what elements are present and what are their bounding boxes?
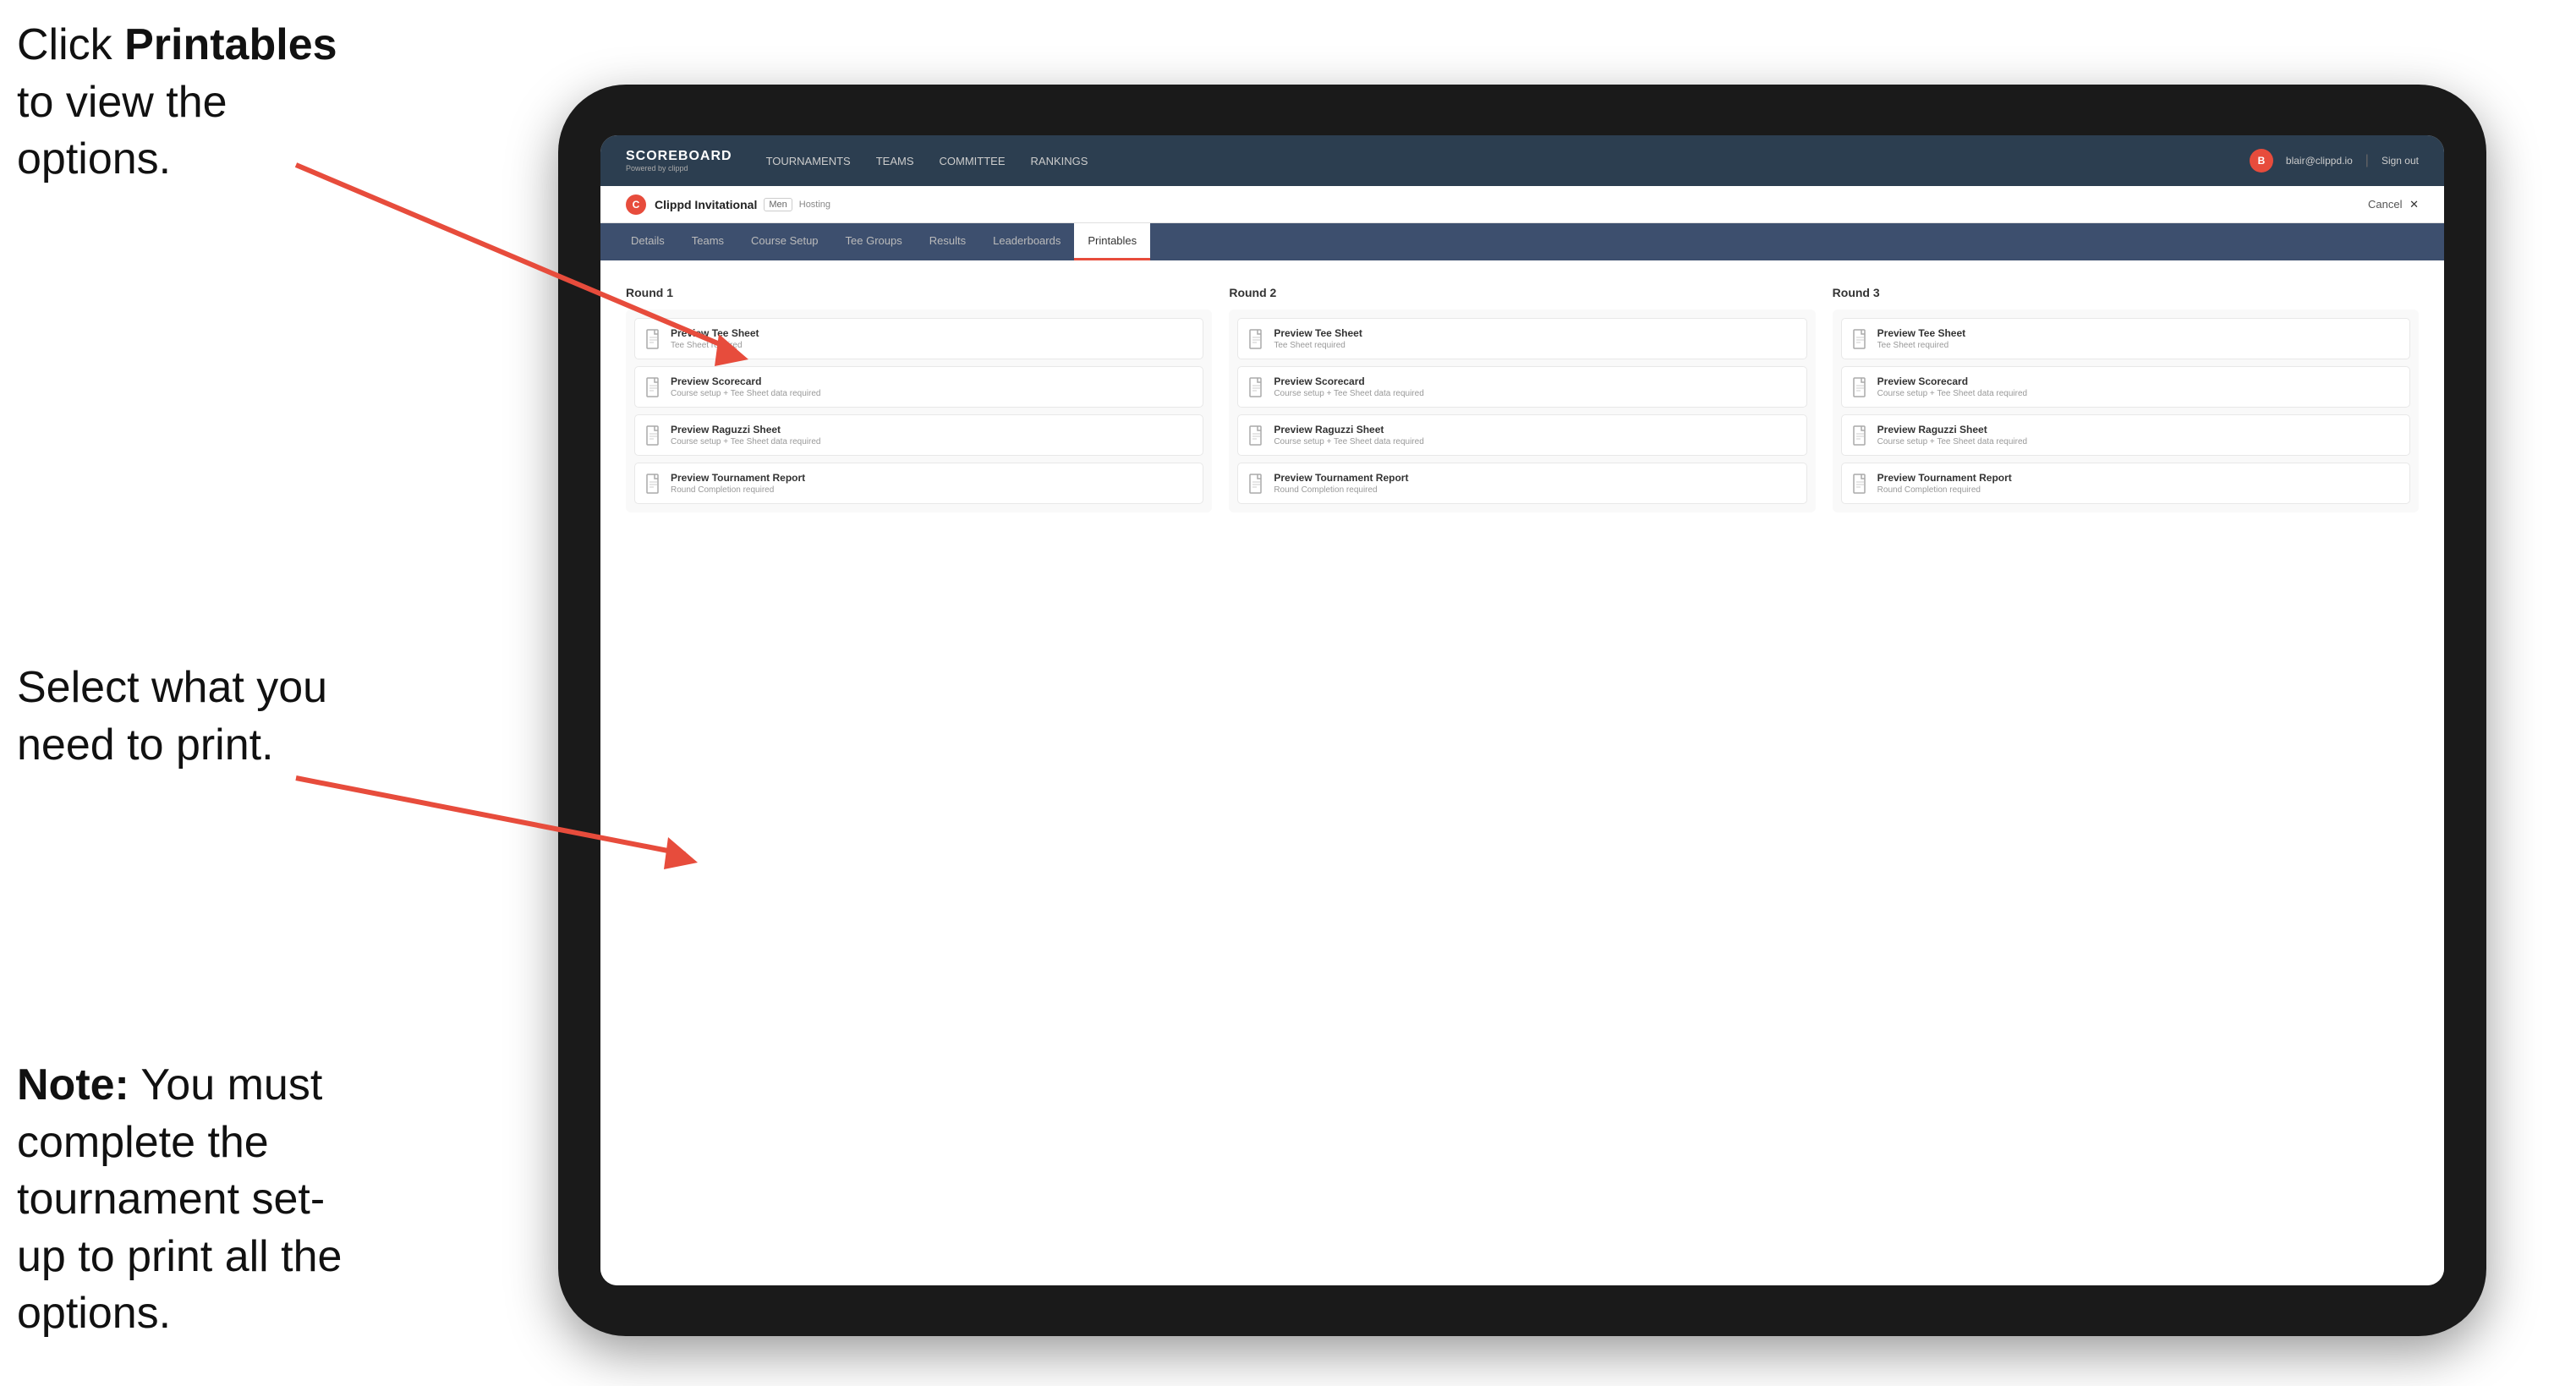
tab-tee-groups[interactable]: Tee Groups (832, 223, 916, 260)
file-icon-r3c4 (1852, 474, 1869, 494)
cancel-button[interactable]: Cancel ✕ (2368, 198, 2419, 211)
round-2-card-2[interactable]: Preview Scorecard Course setup + Tee Shee… (1237, 366, 1806, 408)
card-subtitle-r2c1: Tee Sheet required (1274, 341, 1362, 350)
card-subtitle-r1c4: Round Completion required (671, 485, 805, 495)
instruction-mid: Select what you need to print. (17, 660, 338, 774)
card-text-r1c2: Preview Scorecard Course setup + Tee Shee… (671, 375, 820, 398)
round-section-3: Round 3 Preview Tee Sheet Tee Sheet requi… (1833, 286, 2419, 512)
card-subtitle-r3c4: Round Completion required (1877, 485, 2012, 495)
card-title-r3c1: Preview Tee Sheet (1877, 327, 1966, 339)
card-subtitle-r1c3: Course setup + Tee Sheet data required (671, 437, 820, 446)
card-title-r2c4: Preview Tournament Report (1274, 472, 1408, 484)
card-text-r1c4: Preview Tournament ReportRound Completio… (671, 472, 805, 495)
nav-links: TOURNAMENTS TEAMS COMMITTEE RANKINGS (766, 151, 2250, 172)
cancel-x-icon: ✕ (2409, 198, 2419, 211)
file-icon-r3c3 (1852, 425, 1869, 446)
user-avatar: B (2250, 149, 2273, 173)
nav-teams[interactable]: TEAMS (876, 151, 914, 172)
file-icon-r1c4 (645, 474, 662, 494)
card-text-r2c4: Preview Tournament ReportRound Completio… (1274, 472, 1408, 495)
card-title-r2c1: Preview Tee Sheet (1274, 327, 1362, 339)
card-title-r1c4: Preview Tournament Report (671, 472, 805, 484)
arrow-mid-annotation (279, 770, 702, 888)
tournament-bar: C Clippd Invitational Men Hosting Cancel… (600, 186, 2444, 223)
card-subtitle-r3c3: Course setup + Tee Sheet data required (1877, 437, 2027, 446)
file-icon-r2c2 (1248, 377, 1265, 397)
nav-right: B blair@clippd.io | Sign out (2250, 149, 2419, 173)
cancel-label: Cancel (2368, 198, 2402, 211)
tablet-frame: SCOREBOARD Powered by clippd TOURNAMENTS… (558, 85, 2486, 1336)
card-text-r3c1: Preview Tee Sheet Tee Sheet required (1877, 327, 1966, 350)
card-text-r1c3: Preview Raguzzi SheetCourse setup + Tee … (671, 424, 820, 446)
card-text-r3c3: Preview Raguzzi SheetCourse setup + Tee … (1877, 424, 2027, 446)
card-text-r2c3: Preview Raguzzi SheetCourse setup + Tee … (1274, 424, 1423, 446)
round-3-cards: Preview Tee Sheet Tee Sheet required Prev… (1833, 310, 2419, 512)
file-icon-r2c3 (1248, 425, 1265, 446)
separator: | (2365, 153, 2369, 168)
note-bold: Note: (17, 1060, 129, 1109)
printables-bold: Printables (124, 20, 337, 69)
card-text-r3c2: Preview Scorecard Course setup + Tee Shee… (1877, 375, 2027, 398)
card-text-r2c1: Preview Tee Sheet Tee Sheet required (1274, 327, 1362, 350)
round-1-card-4[interactable]: Preview Tournament ReportRound Completio… (634, 463, 1203, 504)
card-title-r3c4: Preview Tournament Report (1877, 472, 2012, 484)
instruction-bottom: Note: You must complete the tournament s… (17, 1057, 372, 1343)
card-title-r2c2: Preview Scorecard (1274, 375, 1423, 387)
file-icon-r2c4 (1248, 474, 1265, 494)
hosting-badge: Hosting (799, 200, 830, 210)
card-subtitle-r2c2: Course setup + Tee Sheet data required (1274, 389, 1423, 398)
round-3-card-3[interactable]: Preview Raguzzi SheetCourse setup + Tee … (1841, 414, 2410, 456)
card-text-r2c2: Preview Scorecard Course setup + Tee Shee… (1274, 375, 1423, 398)
round-2-card-3[interactable]: Preview Raguzzi SheetCourse setup + Tee … (1237, 414, 1806, 456)
round-2-card-4[interactable]: Preview Tournament ReportRound Completio… (1237, 463, 1806, 504)
top-nav: SCOREBOARD Powered by clippd TOURNAMENTS… (600, 135, 2444, 186)
card-title-r3c3: Preview Raguzzi Sheet (1877, 424, 2027, 436)
file-icon-r1c3 (645, 425, 662, 446)
card-subtitle-r3c2: Course setup + Tee Sheet data required (1877, 389, 2027, 398)
card-title-r2c3: Preview Raguzzi Sheet (1274, 424, 1423, 436)
card-text-r3c4: Preview Tournament ReportRound Completio… (1877, 472, 2012, 495)
main-content: Round 1 Preview Tee SheetTee Sheet requi… (600, 260, 2444, 1285)
round-3-card-4[interactable]: Preview Tournament ReportRound Completio… (1841, 463, 2410, 504)
file-icon-r3c2 (1852, 377, 1869, 397)
round-1-card-3[interactable]: Preview Raguzzi SheetCourse setup + Tee … (634, 414, 1203, 456)
card-subtitle-r3c1: Tee Sheet required (1877, 341, 1966, 350)
tournament-badge: Men (764, 198, 792, 211)
tab-leaderboards[interactable]: Leaderboards (979, 223, 1074, 260)
nav-rankings[interactable]: RANKINGS (1031, 151, 1088, 172)
round-3-card-2[interactable]: Preview Scorecard Course setup + Tee Shee… (1841, 366, 2410, 408)
round-2-card-1[interactable]: Preview Tee Sheet Tee Sheet required (1237, 318, 1806, 359)
tab-printables[interactable]: Printables (1074, 223, 1150, 260)
card-subtitle-r1c2: Course setup + Tee Sheet data required (671, 389, 820, 398)
round-section-2: Round 2 Preview Tee Sheet Tee Sheet requi… (1229, 286, 1815, 512)
card-title-r1c3: Preview Raguzzi Sheet (671, 424, 820, 436)
tab-results[interactable]: Results (916, 223, 979, 260)
sign-out-link[interactable]: Sign out (2381, 155, 2419, 167)
round-3-card-1[interactable]: Preview Tee Sheet Tee Sheet required (1841, 318, 2410, 359)
tab-bar: Details Teams Course Setup Tee Groups Re… (600, 223, 2444, 260)
arrow-top-annotation (279, 156, 753, 376)
file-icon-r3c1 (1852, 329, 1869, 349)
rounds-grid: Round 1 Preview Tee SheetTee Sheet requi… (626, 286, 2419, 512)
round-3-title: Round 3 (1833, 286, 2419, 299)
nav-tournaments[interactable]: TOURNAMENTS (766, 151, 851, 172)
round-2-title: Round 2 (1229, 286, 1815, 299)
file-icon-r2c1 (1248, 329, 1265, 349)
round-2-cards: Preview Tee Sheet Tee Sheet required Prev… (1229, 310, 1815, 512)
card-title-r3c2: Preview Scorecard (1877, 375, 2027, 387)
card-subtitle-r2c4: Round Completion required (1274, 485, 1408, 495)
user-email: blair@clippd.io (2286, 155, 2353, 167)
instruction-mid-text: Select what you need to print. (17, 663, 327, 770)
card-title-r1c2: Preview Scorecard (671, 375, 820, 387)
file-icon-r1c2 (645, 377, 662, 397)
tablet-screen: SCOREBOARD Powered by clippd TOURNAMENTS… (600, 135, 2444, 1285)
nav-committee[interactable]: COMMITTEE (940, 151, 1006, 172)
card-subtitle-r2c3: Course setup + Tee Sheet data required (1274, 437, 1423, 446)
